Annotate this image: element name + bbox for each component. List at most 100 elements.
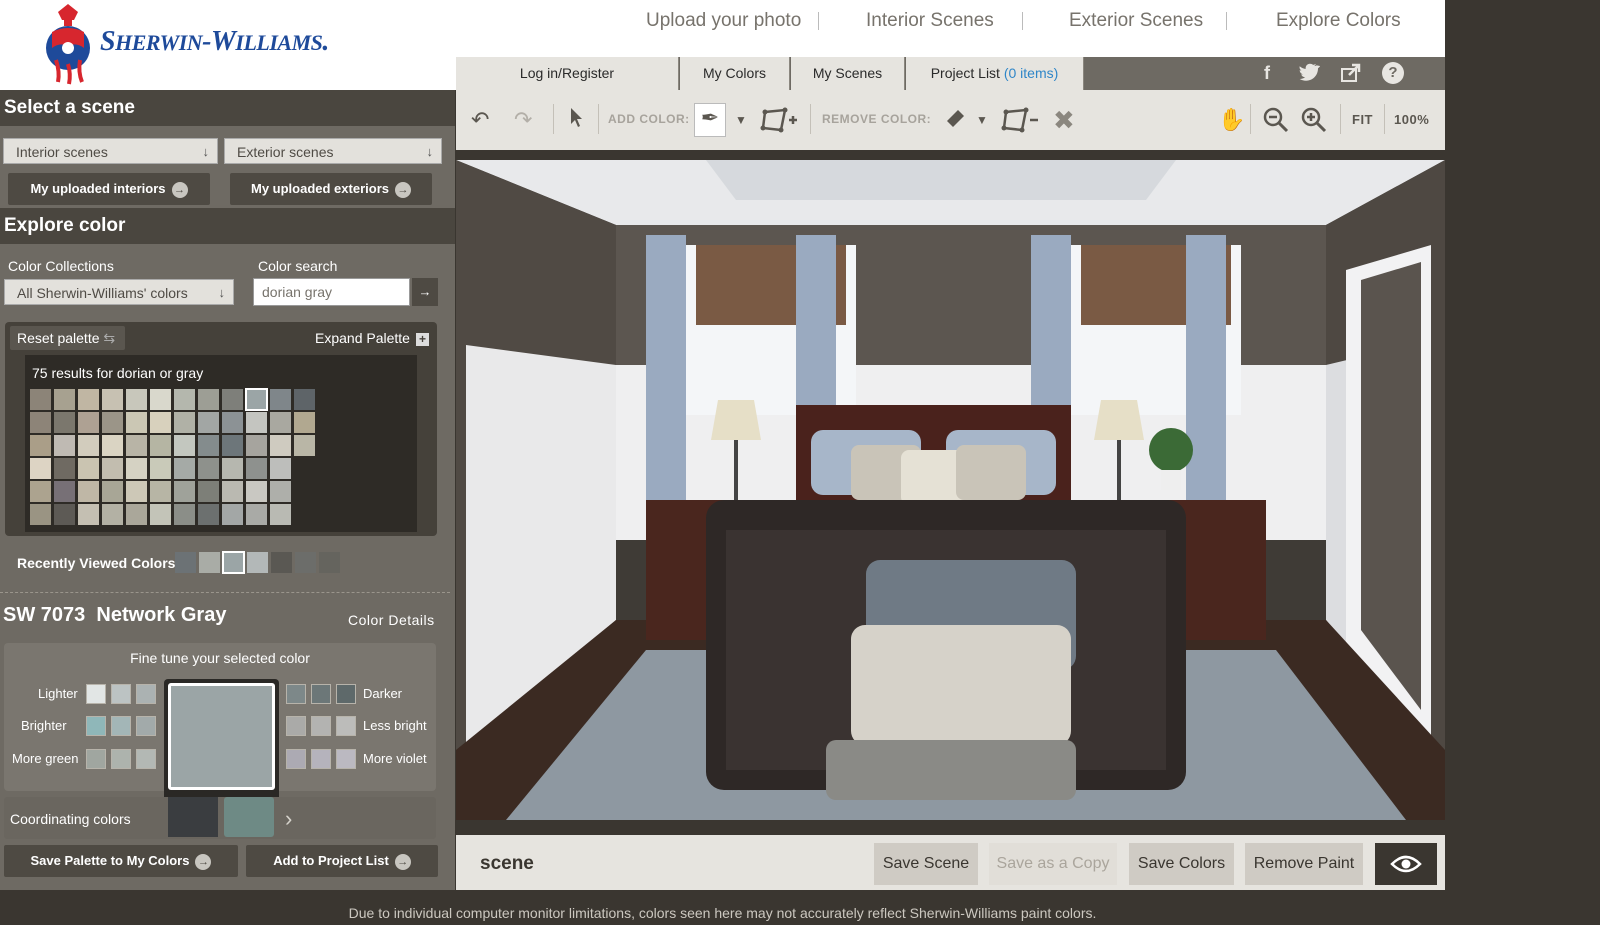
palette-swatch[interactable]: [54, 389, 75, 410]
remove-area-polygon-icon[interactable]: [1000, 106, 1040, 143]
lighter-swatch[interactable]: [111, 684, 131, 704]
brush-dropdown-icon[interactable]: ▼: [735, 106, 747, 134]
palette-swatch[interactable]: [245, 388, 268, 411]
palette-swatch[interactable]: [198, 412, 219, 433]
more-green-swatch[interactable]: [111, 749, 131, 769]
palette-swatch[interactable]: [54, 412, 75, 433]
palette-swatch[interactable]: [270, 458, 291, 479]
palette-swatch[interactable]: [222, 481, 243, 502]
save-scene-button[interactable]: Save Scene: [874, 843, 978, 885]
darker-swatch[interactable]: [336, 684, 356, 704]
palette-swatch[interactable]: [222, 412, 243, 433]
tab-login-register[interactable]: Log in/Register: [456, 57, 679, 90]
color-details-link[interactable]: Color Details: [348, 612, 435, 628]
recent-swatch[interactable]: [319, 552, 340, 573]
less-bright-swatch[interactable]: [286, 716, 306, 736]
palette-swatch[interactable]: [54, 504, 75, 525]
palette-swatch[interactable]: [78, 504, 99, 525]
eraser-icon[interactable]: [944, 106, 968, 139]
palette-swatch[interactable]: [246, 458, 267, 479]
palette-swatch[interactable]: [78, 389, 99, 410]
palette-swatch[interactable]: [270, 435, 291, 456]
help-icon[interactable]: ?: [1382, 62, 1404, 84]
nav-exterior-scenes[interactable]: Exterior Scenes: [1069, 10, 1203, 32]
palette-swatch[interactable]: [222, 435, 243, 456]
undo-icon[interactable]: ↶: [471, 106, 489, 134]
palette-swatch[interactable]: [78, 435, 99, 456]
selected-color-swatch[interactable]: [168, 683, 275, 790]
palette-swatch[interactable]: [246, 504, 267, 525]
palette-swatch[interactable]: [126, 389, 147, 410]
palette-swatch[interactable]: [30, 389, 51, 410]
recent-swatch[interactable]: [271, 552, 292, 573]
palette-swatch[interactable]: [174, 435, 195, 456]
palette-swatch[interactable]: [126, 504, 147, 525]
exterior-scenes-select[interactable]: Exterior scenes ↓: [224, 138, 442, 164]
palette-swatch[interactable]: [174, 504, 195, 525]
preview-eye-button[interactable]: [1375, 843, 1437, 885]
tab-my-colors[interactable]: My Colors: [680, 57, 790, 90]
more-green-swatch[interactable]: [136, 749, 156, 769]
lighter-swatch[interactable]: [86, 684, 106, 704]
palette-swatch[interactable]: [222, 458, 243, 479]
palette-swatch[interactable]: [174, 481, 195, 502]
palette-swatch[interactable]: [198, 435, 219, 456]
color-search-input[interactable]: [253, 278, 410, 306]
zoom-in-icon[interactable]: [1300, 106, 1328, 141]
share-icon[interactable]: [1340, 62, 1362, 84]
chevron-right-icon[interactable]: ›: [285, 806, 292, 832]
redo-icon[interactable]: ↷: [514, 106, 532, 134]
palette-swatch[interactable]: [150, 481, 171, 502]
palette-swatch[interactable]: [246, 412, 267, 433]
darker-swatch[interactable]: [311, 684, 331, 704]
more-violet-swatch[interactable]: [286, 749, 306, 769]
palette-swatch[interactable]: [150, 504, 171, 525]
search-go-button[interactable]: →: [412, 278, 438, 306]
paint-brush-icon[interactable]: ✒: [694, 103, 726, 137]
palette-swatch[interactable]: [78, 458, 99, 479]
brighter-swatch[interactable]: [86, 716, 106, 736]
coordinating-swatch-2[interactable]: [224, 797, 274, 837]
recent-swatch[interactable]: [199, 552, 220, 573]
palette-swatch[interactable]: [174, 458, 195, 479]
palette-swatch[interactable]: [102, 435, 123, 456]
palette-swatch[interactable]: [126, 435, 147, 456]
brand-wordmark[interactable]: SHERWIN-WILLIAMS.: [100, 26, 329, 58]
palette-swatch[interactable]: [270, 389, 291, 410]
palette-swatch[interactable]: [150, 458, 171, 479]
nav-upload-photo[interactable]: Upload your photo: [646, 10, 801, 32]
nav-interior-scenes[interactable]: Interior Scenes: [866, 10, 994, 32]
twitter-icon[interactable]: [1298, 62, 1321, 84]
palette-swatch[interactable]: [30, 504, 51, 525]
palette-swatch[interactable]: [54, 435, 75, 456]
palette-swatch[interactable]: [102, 458, 123, 479]
tab-project-list[interactable]: Project List (0 items): [906, 57, 1084, 90]
my-uploaded-exteriors-button[interactable]: My uploaded exteriors →: [230, 173, 432, 205]
palette-swatch[interactable]: [30, 458, 51, 479]
fit-button[interactable]: FIT: [1352, 112, 1373, 127]
save-palette-button[interactable]: Save Palette to My Colors →: [4, 845, 238, 877]
palette-swatch[interactable]: [222, 504, 243, 525]
palette-swatch[interactable]: [54, 481, 75, 502]
tab-my-scenes[interactable]: My Scenes: [791, 57, 905, 90]
palette-swatch[interactable]: [102, 504, 123, 525]
palette-swatch[interactable]: [294, 389, 315, 410]
palette-swatch[interactable]: [150, 389, 171, 410]
palette-swatch[interactable]: [150, 412, 171, 433]
add-area-polygon-icon[interactable]: [759, 106, 799, 143]
palette-swatch[interactable]: [126, 412, 147, 433]
save-as-copy-button[interactable]: Save as a Copy: [989, 843, 1117, 885]
clear-x-icon[interactable]: ✖: [1053, 106, 1075, 134]
palette-swatch[interactable]: [30, 435, 51, 456]
recent-swatch[interactable]: [247, 552, 268, 573]
expand-palette-button[interactable]: Expand Palette +: [315, 330, 429, 346]
palette-swatch[interactable]: [198, 458, 219, 479]
darker-swatch[interactable]: [286, 684, 306, 704]
palette-swatch[interactable]: [294, 435, 315, 456]
palette-swatch[interactable]: [270, 504, 291, 525]
palette-swatch[interactable]: [102, 389, 123, 410]
palette-swatch[interactable]: [54, 458, 75, 479]
brighter-swatch[interactable]: [136, 716, 156, 736]
less-bright-swatch[interactable]: [336, 716, 356, 736]
palette-swatch[interactable]: [198, 389, 219, 410]
